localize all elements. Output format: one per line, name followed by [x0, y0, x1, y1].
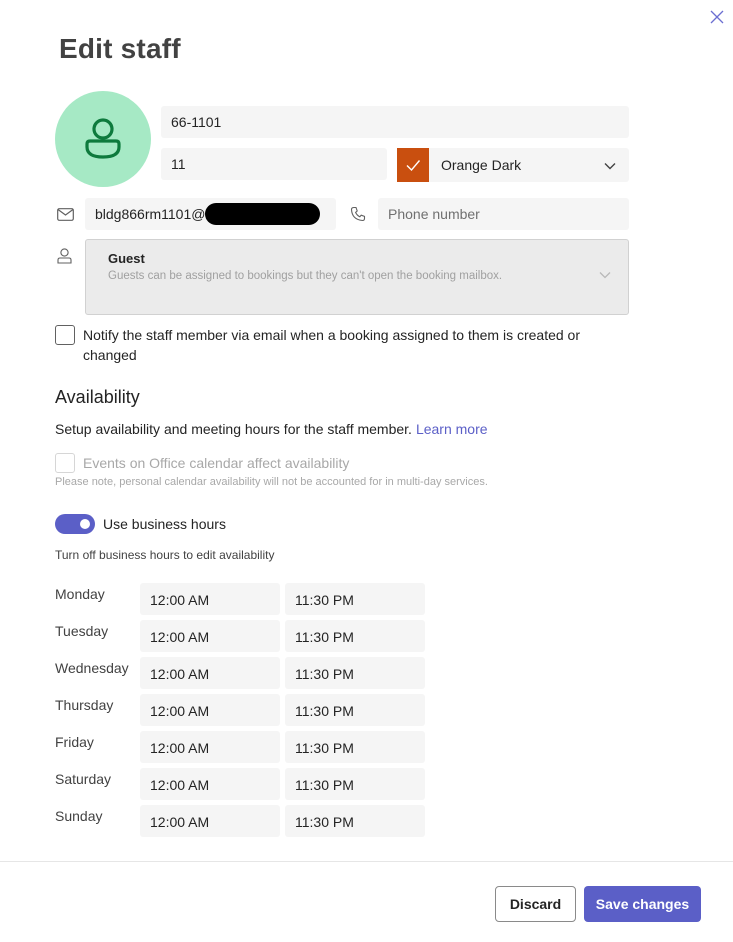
- person-icon: [85, 118, 121, 159]
- day-label: Tuesday: [55, 623, 109, 639]
- phone-field[interactable]: Phone number: [378, 198, 629, 230]
- save-changes-button[interactable]: Save changes: [584, 886, 701, 922]
- schedule-row-monday: Monday 12:00 AM 11:30 PM: [55, 583, 435, 615]
- business-hours-label: Use business hours: [103, 516, 226, 532]
- end-time-field[interactable]: 11:30 PM: [285, 805, 425, 837]
- schedule-row-tuesday: Tuesday 12:00 AM 11:30 PM: [55, 620, 435, 652]
- avatar[interactable]: [55, 91, 151, 187]
- footer-divider: [0, 861, 733, 862]
- chevron-down-icon: [599, 272, 611, 279]
- availability-description: Setup availability and meeting hours for…: [55, 421, 488, 437]
- display-name-field[interactable]: 66-1101: [161, 106, 629, 138]
- schedule-row-saturday: Saturday 12:00 AM 11:30 PM: [55, 768, 435, 800]
- role-dropdown[interactable]: Guest Guests can be assigned to bookings…: [85, 239, 629, 315]
- multi-day-note: Please note, personal calendar availabil…: [55, 476, 488, 488]
- initials-value: 11: [171, 156, 186, 172]
- color-swatch: [397, 148, 429, 182]
- availability-heading: Availability: [55, 387, 140, 407]
- day-label: Sunday: [55, 808, 103, 824]
- notify-checkbox[interactable]: [55, 325, 75, 345]
- end-time-field[interactable]: 11:30 PM: [285, 657, 425, 689]
- close-button[interactable]: [708, 8, 726, 26]
- notify-label: Notify the staff member via email when a…: [83, 327, 580, 363]
- start-time-field[interactable]: 12:00 AM: [140, 657, 280, 689]
- events-calendar-label: Events on Office calendar affect availab…: [83, 455, 350, 471]
- schedule-row-wednesday: Wednesday 12:00 AM 11:30 PM: [55, 657, 435, 689]
- chevron-down-icon: [604, 163, 616, 170]
- end-time-field[interactable]: 11:30 PM: [285, 620, 425, 652]
- close-icon: [710, 10, 724, 24]
- phone-placeholder: Phone number: [388, 206, 480, 222]
- initials-field[interactable]: 11: [161, 148, 387, 180]
- start-time-field[interactable]: 12:00 AM: [140, 731, 280, 763]
- email-value: bldg866rm1101@: [95, 206, 206, 222]
- checkmark-icon: [406, 160, 421, 172]
- end-time-field[interactable]: 11:30 PM: [285, 768, 425, 800]
- end-time-field[interactable]: 11:30 PM: [285, 694, 425, 726]
- business-hours-toggle[interactable]: [55, 514, 95, 534]
- start-time-field[interactable]: 12:00 AM: [140, 694, 280, 726]
- color-name: Orange Dark: [441, 157, 522, 173]
- day-label: Saturday: [55, 771, 112, 787]
- role-description: Guests can be assigned to bookings but t…: [108, 270, 503, 282]
- toggle-knob: [80, 519, 90, 529]
- redaction-mark: [205, 203, 320, 225]
- color-dropdown[interactable]: Orange Dark: [397, 148, 629, 182]
- availability-description-text: Setup availability and meeting hours for…: [55, 421, 412, 437]
- mail-icon: [57, 208, 74, 221]
- start-time-field[interactable]: 12:00 AM: [140, 620, 280, 652]
- business-hours-hint: Turn off business hours to edit availabi…: [55, 548, 275, 562]
- schedule-row-friday: Friday 12:00 AM 11:30 PM: [55, 731, 435, 763]
- start-time-field[interactable]: 12:00 AM: [140, 583, 280, 615]
- phone-icon: [350, 206, 366, 222]
- day-label: Monday: [55, 586, 105, 602]
- start-time-field[interactable]: 12:00 AM: [140, 805, 280, 837]
- schedule-row-thursday: Thursday 12:00 AM 11:30 PM: [55, 694, 435, 726]
- role-title: Guest: [108, 251, 145, 266]
- events-calendar-checkbox[interactable]: [55, 453, 75, 473]
- end-time-field[interactable]: 11:30 PM: [285, 583, 425, 615]
- schedule-row-sunday: Sunday 12:00 AM 11:30 PM: [55, 805, 435, 837]
- day-label: Wednesday: [55, 660, 129, 676]
- dialog-title: Edit staff: [59, 33, 181, 64]
- person-icon: [57, 248, 72, 264]
- discard-button[interactable]: Discard: [495, 886, 576, 922]
- learn-more-link[interactable]: Learn more: [416, 421, 488, 437]
- day-label: Friday: [55, 734, 94, 750]
- day-label: Thursday: [55, 697, 114, 713]
- end-time-field[interactable]: 11:30 PM: [285, 731, 425, 763]
- display-name-value: 66-1101: [171, 114, 222, 130]
- start-time-field[interactable]: 12:00 AM: [140, 768, 280, 800]
